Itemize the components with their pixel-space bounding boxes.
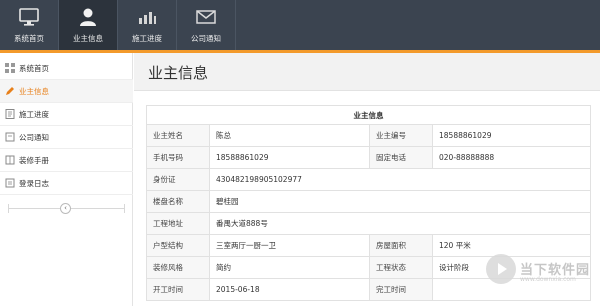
nav-label-home: 系统首页 bbox=[14, 34, 44, 43]
field-label: 手机号码 bbox=[146, 146, 210, 169]
table-title: 业主信息 bbox=[146, 105, 591, 125]
watermark-play-icon bbox=[486, 254, 516, 284]
field-value: 020-88888888 bbox=[432, 146, 591, 169]
sidebar-collapse-button[interactable]: ‹ bbox=[60, 203, 71, 214]
field-value: 430482198905102977 bbox=[209, 168, 591, 191]
table-row: 手机号码 18588861029 固定电话 020-88888888 bbox=[146, 146, 591, 169]
field-value: 18588861029 bbox=[432, 124, 591, 147]
watermark-url: www.downxia.com bbox=[520, 276, 576, 283]
nav-label-notices: 公司通知 bbox=[191, 34, 221, 43]
sidebar-item-login-log[interactable]: 登录日志 bbox=[0, 172, 133, 195]
sidebar-item-manual[interactable]: 装修手册 bbox=[0, 149, 133, 172]
sidebar: 系统首页 业主信息 施工进度 公司通知 装修手册 登录日志 ‹ bbox=[0, 53, 133, 306]
table-row: 楼盘名称 碧桂园 bbox=[146, 190, 591, 213]
field-label: 业主编号 bbox=[369, 124, 433, 147]
page-title: 业主信息 bbox=[148, 64, 209, 82]
field-label: 开工时间 bbox=[146, 278, 210, 301]
table-row: 业主姓名 陈总 业主编号 18588861029 bbox=[146, 124, 591, 147]
grid-icon bbox=[5, 63, 15, 73]
field-label: 固定电话 bbox=[369, 146, 433, 169]
sidebar-divider-cap bbox=[124, 204, 125, 213]
sidebar-item-label: 登录日志 bbox=[19, 179, 49, 188]
field-label: 工程地址 bbox=[146, 212, 210, 235]
sidebar-item-label: 装修手册 bbox=[19, 156, 49, 165]
bar-chart-icon bbox=[139, 12, 156, 24]
watermark-logo: 当下软件园 www.downxia.com bbox=[486, 254, 600, 290]
pencil-icon bbox=[6, 87, 14, 95]
field-value: 18588861029 bbox=[209, 146, 370, 169]
table-header-row: 业主信息 bbox=[146, 105, 591, 125]
sidebar-item-notices[interactable]: 公司通知 bbox=[0, 126, 133, 149]
nav-item-home[interactable]: 系统首页 bbox=[0, 0, 58, 50]
nav-item-progress[interactable]: 施工进度 bbox=[118, 0, 176, 50]
sidebar-item-owner-info[interactable]: 业主信息 bbox=[0, 80, 133, 103]
nav-label-owner-info: 业主信息 bbox=[73, 34, 103, 43]
field-value: 2015-06-18 bbox=[209, 278, 370, 301]
field-label: 装修风格 bbox=[146, 256, 210, 279]
sidebar-item-label: 公司通知 bbox=[19, 133, 49, 142]
field-label: 楼盘名称 bbox=[146, 190, 210, 213]
user-icon bbox=[80, 8, 96, 26]
sidebar-divider-cap bbox=[8, 204, 9, 213]
field-value: 碧桂园 bbox=[209, 190, 591, 213]
field-value: 三室两厅一厨一卫 bbox=[209, 234, 370, 257]
play-icon bbox=[498, 263, 507, 275]
nav-divider bbox=[235, 0, 236, 50]
nav-item-notices[interactable]: 公司通知 bbox=[177, 0, 235, 50]
envelope-icon bbox=[196, 10, 216, 24]
sidebar-item-label: 系统首页 bbox=[19, 64, 49, 73]
table-row: 工程地址 番禺大道888号 bbox=[146, 212, 591, 235]
nav-item-owner-info[interactable]: 业主信息 bbox=[59, 0, 117, 50]
field-value: 陈总 bbox=[209, 124, 370, 147]
field-label: 房屋面积 bbox=[369, 234, 433, 257]
log-icon bbox=[5, 178, 15, 188]
sidebar-item-home[interactable]: 系统首页 bbox=[0, 57, 133, 80]
nav-label-progress: 施工进度 bbox=[132, 34, 162, 43]
sidebar-item-progress[interactable]: 施工进度 bbox=[0, 103, 133, 126]
field-label: 工程状态 bbox=[369, 256, 433, 279]
book-icon bbox=[5, 155, 15, 165]
table-row: 身份证 430482198905102977 bbox=[146, 168, 591, 191]
field-label: 业主姓名 bbox=[146, 124, 210, 147]
field-value: 简约 bbox=[209, 256, 370, 279]
sidebar-item-label: 业主信息 bbox=[19, 87, 49, 96]
field-value: 番禺大道888号 bbox=[209, 212, 591, 235]
field-label: 完工时间 bbox=[369, 278, 433, 301]
field-label: 户型结构 bbox=[146, 234, 210, 257]
monitor-icon bbox=[19, 8, 39, 26]
bell-icon bbox=[5, 132, 15, 142]
document-icon bbox=[5, 109, 15, 119]
page-header: 业主信息 bbox=[134, 53, 600, 91]
sidebar-item-label: 施工进度 bbox=[19, 110, 49, 119]
field-label: 身份证 bbox=[146, 168, 210, 191]
top-navigation-bar: 系统首页 业主信息 施工进度 公司通知 bbox=[0, 0, 600, 50]
